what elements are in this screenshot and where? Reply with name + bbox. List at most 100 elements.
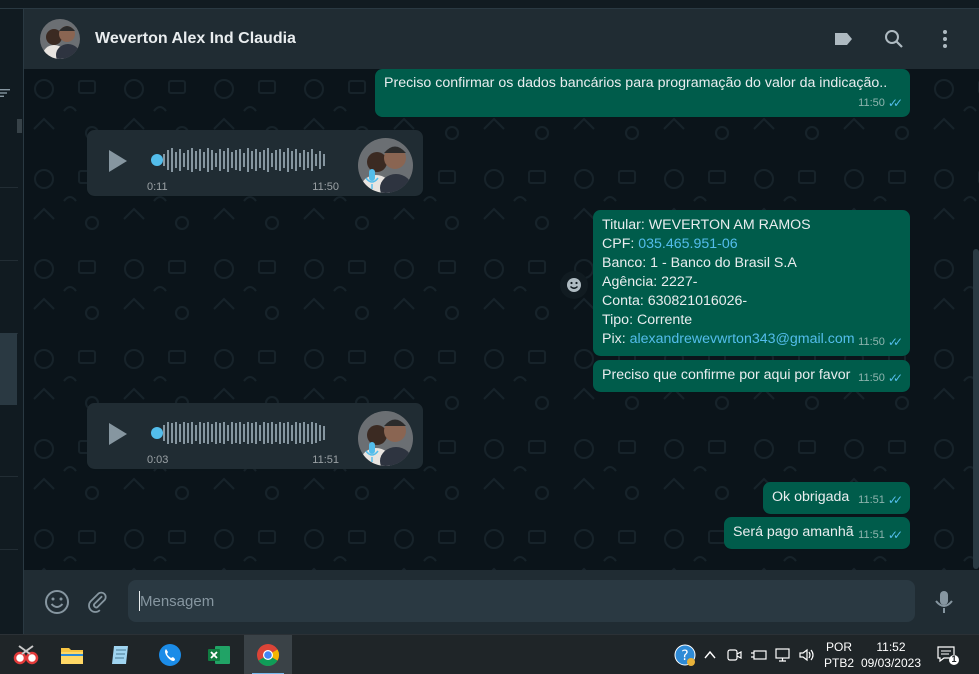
message-meta: 11:50 ✓✓	[858, 94, 903, 113]
mic-icon	[365, 442, 379, 462]
pix-label: Pix:	[602, 331, 630, 347]
voice-message-incoming[interactable]: 0:11 11:50	[87, 130, 423, 196]
message-line: Pix: alexandrewevwrton343@gmail.com	[602, 330, 855, 349]
message-bubble-outgoing[interactable]: Será pago amanhã 11:51 ✓✓	[724, 517, 910, 549]
text-caret	[139, 591, 140, 611]
chrome-icon	[257, 644, 279, 666]
help-icon[interactable]: ?	[673, 643, 697, 667]
chat-header[interactable]: Weverton Alex Ind Claudia	[24, 9, 979, 69]
message-time: 11:51	[858, 494, 885, 506]
message-text: Será pago amanhã	[733, 524, 854, 540]
excel-icon	[208, 646, 230, 664]
divider	[0, 549, 18, 550]
input-language[interactable]: POR PTB2	[824, 639, 854, 671]
message-input[interactable]	[128, 580, 915, 622]
taskbar-file-explorer[interactable]	[48, 635, 96, 674]
taskbar-snipping-tool[interactable]	[2, 635, 50, 674]
cpf-label: CPF:	[602, 236, 639, 252]
message-bubble-outgoing[interactable]: Preciso confirmar os dados bancários par…	[375, 69, 910, 117]
message-time: 11:51	[312, 454, 339, 466]
contact-avatar[interactable]	[40, 19, 80, 59]
cpf-phone-link[interactable]: 035.465.951-06	[638, 236, 737, 252]
voice-progress-handle[interactable]	[151, 154, 163, 166]
network-icon[interactable]	[774, 647, 792, 663]
chat-list-sidebar	[0, 9, 24, 634]
window-top-strip	[0, 0, 979, 9]
bank-details: Titular: WEVERTON AM RAMOS CPF: 035.465.…	[602, 216, 855, 349]
taskbar-clock[interactable]: 11:52 09/03/2023	[861, 639, 921, 671]
message-time: 11:50	[858, 372, 885, 384]
read-receipt-icon: ✓✓	[887, 335, 903, 349]
divider	[0, 260, 18, 261]
read-receipt-icon: ✓✓	[887, 96, 903, 110]
message-line: CPF: 035.465.951-06	[602, 235, 855, 254]
contact-name[interactable]: Weverton Alex Ind Claudia	[95, 30, 296, 48]
voice-progress-handle[interactable]	[151, 427, 163, 439]
smiley-icon	[567, 278, 581, 292]
message-line: Agência: 2227-	[602, 274, 698, 290]
divider	[0, 187, 18, 188]
message-bubble-outgoing[interactable]: Preciso que confirme por aqui por favor …	[593, 360, 910, 392]
app-root: Weverton Alex Ind Claudia Preciso confir…	[0, 0, 979, 674]
microphone-icon[interactable]	[931, 589, 957, 615]
message-meta: 11:51 ✓✓	[858, 526, 903, 545]
react-emoji-button[interactable]	[560, 271, 588, 299]
system-tray: ?	[673, 635, 816, 674]
taskbar-notepad[interactable]	[96, 635, 144, 674]
taskbar-phone-app[interactable]	[146, 635, 194, 674]
message-meta: 11:50 ✓✓	[858, 369, 903, 388]
phone-icon	[159, 644, 181, 666]
message-text: Ok obrigada	[772, 489, 850, 505]
notification-count: 1	[951, 654, 957, 664]
message-time: 11:50	[858, 336, 885, 348]
keyboard-layout: PTB2	[824, 656, 855, 670]
message-text: Preciso que confirme por aqui por favor	[602, 367, 851, 383]
message-bubble-outgoing[interactable]: Titular: WEVERTON AM RAMOS CPF: 035.465.…	[593, 210, 910, 356]
volume-icon[interactable]	[798, 647, 816, 663]
label-icon[interactable]	[831, 27, 855, 51]
play-icon[interactable]	[107, 421, 129, 447]
attach-icon[interactable]	[85, 589, 111, 615]
folder-icon	[61, 648, 83, 664]
message-text: Preciso confirmar os dados bancários par…	[384, 75, 888, 91]
voice-duration: 0:11	[147, 181, 168, 193]
menu-kebab-icon[interactable]	[933, 27, 957, 51]
emoji-icon[interactable]	[44, 589, 70, 615]
chat-scrollbar[interactable]	[973, 249, 979, 569]
mic-icon	[365, 169, 379, 189]
clock-date: 09/03/2023	[860, 656, 921, 670]
chevron-up-icon[interactable]	[703, 648, 717, 662]
windows-taskbar: ? POR PTB2 11:52 09/03/2023 1	[0, 634, 979, 674]
waveform[interactable]	[163, 417, 331, 449]
read-receipt-icon: ✓✓	[887, 493, 903, 507]
voice-message-incoming[interactable]: 0:03 11:51	[87, 403, 423, 469]
battery-plug-icon[interactable]	[750, 647, 768, 663]
divider	[0, 476, 18, 477]
taskbar-chrome[interactable]	[244, 635, 292, 674]
clock-time: 11:52	[876, 640, 906, 654]
message-meta: 11:51 ✓✓	[858, 491, 903, 510]
search-icon[interactable]	[882, 27, 906, 51]
play-icon[interactable]	[107, 148, 129, 174]
sidebar-scrollbar[interactable]	[17, 119, 22, 133]
action-center-button[interactable]: 1	[936, 644, 960, 666]
pix-email-link[interactable]: alexandrewevwrton343@gmail.com	[630, 331, 855, 347]
sidebar-chat-selected[interactable]	[0, 333, 17, 405]
taskbar-excel[interactable]	[195, 635, 243, 674]
header-actions	[831, 27, 957, 51]
message-pane[interactable]: Preciso confirmar os dados bancários par…	[24, 69, 979, 570]
message-line: Banco: 1 - Banco do Brasil S.A	[602, 255, 797, 271]
snipping-tool-icon	[13, 645, 39, 665]
voice-duration: 0:03	[147, 454, 169, 466]
compose-bar	[24, 570, 979, 634]
message-time: 11:50	[312, 181, 339, 193]
notepad-icon	[112, 646, 128, 664]
message-bubble-outgoing[interactable]: Ok obrigada 11:51 ✓✓	[763, 482, 910, 514]
read-receipt-icon: ✓✓	[887, 371, 903, 385]
message-meta: 11:50 ✓✓	[858, 333, 903, 352]
waveform[interactable]	[163, 144, 331, 176]
message-time: 11:50	[858, 97, 885, 109]
message-line: Conta: 630821016026-	[602, 293, 748, 309]
filter-icon[interactable]	[0, 87, 12, 99]
meet-now-icon[interactable]	[726, 647, 742, 663]
